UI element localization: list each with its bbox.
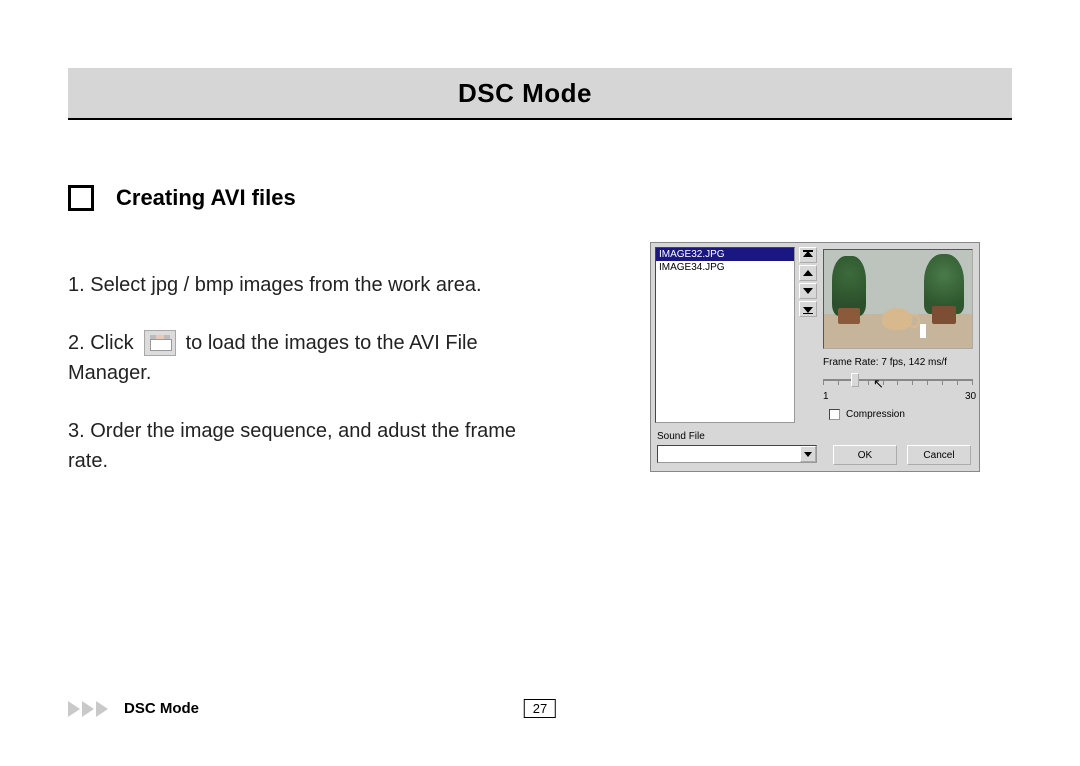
ok-button[interactable]: OK <box>833 445 897 465</box>
heading-underline <box>68 118 1012 120</box>
step-2: 2. Click to load the images to the AVI F… <box>68 328 608 388</box>
step-2-pretext: 2. Click <box>68 328 134 358</box>
heading-bar: DSC Mode <box>68 68 1012 118</box>
step-2-posttext: to load the images to the AVI File <box>186 328 478 358</box>
page-footer: DSC Mode 27 <box>68 700 1012 717</box>
compression-label: Compression <box>846 409 905 420</box>
page-number: 27 <box>524 699 556 718</box>
section-title: Creating AVI files <box>116 185 296 211</box>
cancel-button-label: Cancel <box>923 450 954 461</box>
load-images-toolbar-icon <box>144 330 176 356</box>
list-item[interactable]: IMAGE34.JPG <box>656 261 794 274</box>
section-row: Creating AVI files <box>68 185 296 211</box>
footer-chevrons-icon <box>68 701 108 717</box>
cancel-button[interactable]: Cancel <box>907 445 971 465</box>
step-2-line2: Manager. <box>68 358 608 388</box>
move-down-button[interactable] <box>799 283 817 299</box>
instruction-steps: 1. Select jpg / bmp images from the work… <box>68 270 608 476</box>
cursor-icon: ↖ <box>873 376 884 392</box>
move-to-bottom-button[interactable] <box>799 301 817 317</box>
slider-min-label: 1 <box>823 391 829 402</box>
image-listbox[interactable]: IMAGE32.JPG IMAGE34.JPG <box>655 247 795 423</box>
slider-thumb[interactable] <box>851 373 859 387</box>
reorder-button-column <box>799 247 817 317</box>
preview-image <box>823 249 973 349</box>
move-up-button[interactable] <box>799 265 817 281</box>
move-to-top-button[interactable] <box>799 247 817 263</box>
avi-file-manager-dialog: IMAGE32.JPG IMAGE34.JPG Frame Rate: 7 fp… <box>650 242 980 472</box>
step-3: 3. Order the image sequence, and adust t… <box>68 416 608 476</box>
compression-row: Compression <box>829 409 905 420</box>
section-bullet-icon <box>68 185 94 211</box>
step-1: 1. Select jpg / bmp images from the work… <box>68 270 608 300</box>
sound-file-label: Sound File <box>657 431 705 442</box>
step-3-line2: rate. <box>68 446 608 476</box>
frame-rate-slider[interactable]: ↖ <box>823 373 973 389</box>
frame-rate-label: Frame Rate: 7 fps, 142 ms/f <box>823 357 947 368</box>
slider-max-label: 30 <box>965 391 976 402</box>
compression-checkbox[interactable] <box>829 409 840 420</box>
footer-title: DSC Mode <box>124 700 199 717</box>
ok-button-label: OK <box>858 450 872 461</box>
list-item[interactable]: IMAGE32.JPG <box>656 248 794 261</box>
step-3-line1: 3. Order the image sequence, and adust t… <box>68 416 608 446</box>
sound-file-combobox[interactable] <box>657 445 817 463</box>
combobox-dropdown-button[interactable] <box>800 446 816 462</box>
page-heading: DSC Mode <box>458 78 592 109</box>
